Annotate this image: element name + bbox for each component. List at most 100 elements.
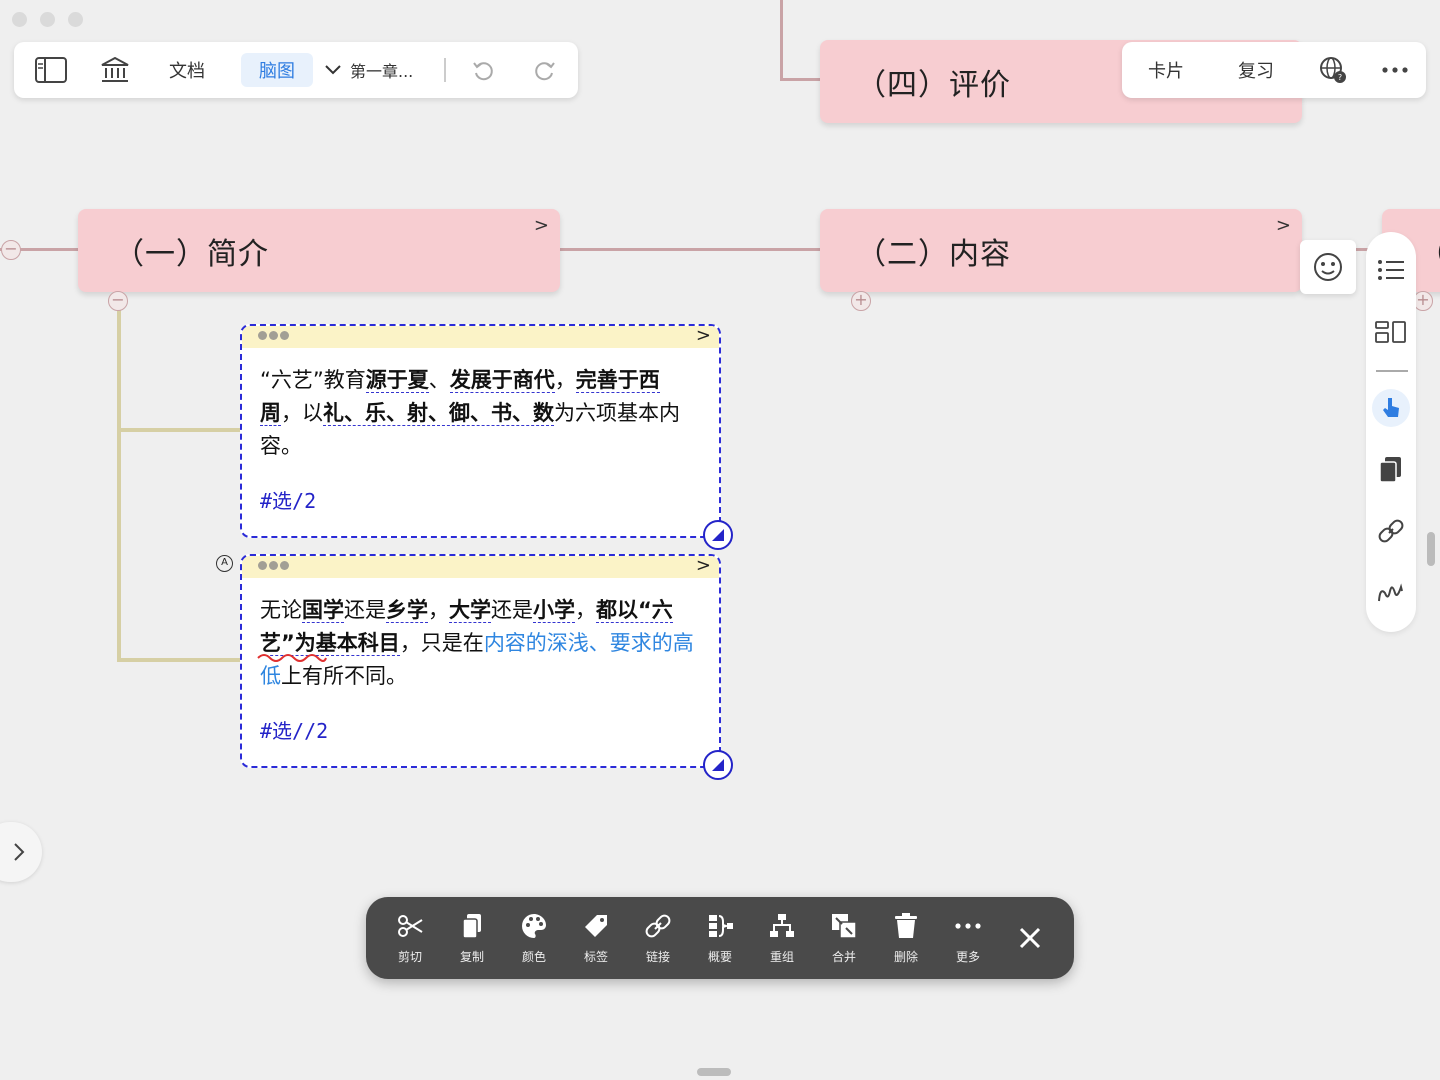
review-button[interactable]: 复习 [1226,54,1286,86]
close-button[interactable] [1000,897,1060,979]
text-segment: ， [428,598,449,622]
card-tag[interactable]: #选//2 [242,715,719,744]
action-label: 合并 [831,949,856,964]
cut-button[interactable]: 剪切 [380,897,440,979]
topic-label: （四）评价 [856,67,1011,103]
card-header[interactable]: > [242,555,719,578]
trash-icon [895,912,917,938]
card-view-button[interactable]: 卡片 [1136,54,1196,86]
branch-line [117,658,241,662]
web-search-icon[interactable]: ? [1318,55,1348,85]
topic-intro[interactable]: （一）简介 > [78,209,560,292]
color-button[interactable]: 颜色 [504,897,564,979]
action-label: 剪切 [397,949,422,964]
more-dots-icon [955,922,981,929]
undo-icon[interactable] [468,55,498,85]
delete-button[interactable]: 删除 [876,897,936,979]
chapter-label: 第一章... [350,62,414,81]
summary-button[interactable]: 概要 [690,897,750,979]
close-icon [1019,927,1041,949]
home-indicator [697,1068,731,1076]
action-label: 删除 [893,949,918,964]
topic-label: （三 [1418,229,1440,273]
scribble-icon[interactable] [1372,574,1410,612]
tag-icon [585,914,607,937]
summary-icon [709,914,733,937]
more-icon[interactable] [1376,55,1414,85]
card-chevron-icon[interactable]: > [696,325,711,346]
link-icon[interactable] [1372,512,1410,550]
window-close-dot[interactable] [12,12,27,27]
note-card[interactable]: > “六艺”教育源于夏、发展于商代，完善于西周，以礼、乐、射、御、书、数为六项基… [240,324,733,550]
card-header[interactable]: > [242,325,719,348]
expand-toggle-icon[interactable]: + [1413,291,1433,311]
connector-line [780,0,783,80]
resize-handle-icon[interactable] [703,520,733,550]
resize-handle-icon[interactable] [703,750,733,780]
toolbar-divider [444,58,446,82]
action-label: 颜色 [521,949,546,964]
action-label: 重组 [769,949,794,964]
library-icon[interactable] [100,55,130,85]
list-icon[interactable] [1372,251,1410,289]
card-text[interactable]: “六艺”教育源于夏、发展于商代，完善于西周，以礼、乐、射、御、书、数为六项基本内… [242,348,719,463]
drag-handle-icon[interactable] [258,561,289,570]
window-minimize-dot[interactable] [40,12,55,27]
highlight-segment: 大学 [449,598,491,623]
collapse-toggle-icon[interactable]: − [1,240,21,260]
more-button[interactable]: 更多 [938,897,998,979]
topic-label: （二）内容 [856,236,1011,272]
expand-chevron-icon[interactable]: > [1276,215,1292,236]
svg-text:?: ? [1338,73,1342,82]
merge-icon [832,913,857,939]
copy-button[interactable]: 复制 [442,897,502,979]
mindmap-tab[interactable]: 脑图 [241,53,313,87]
scissors-icon [398,914,423,937]
side-tool-panel [1366,232,1416,632]
link-button[interactable]: 链接 [628,897,688,979]
highlight-segment: 国学 [302,598,344,623]
palette-icon [522,913,546,938]
drag-handle-icon[interactable] [258,331,289,340]
text-segment: 上有所不同。 [281,664,407,688]
text-segment: 无论 [260,598,302,622]
node-action-bar: 剪切 复制 颜色 标签 链接 概要 重组 合并 删除 更多 [366,897,1074,979]
highlight-segment: 礼、乐、射、御、书、数 [323,401,554,426]
emoji-button[interactable] [1300,240,1356,294]
regroup-button[interactable]: 重组 [752,897,812,979]
doc-tab[interactable]: 文档 [156,54,218,86]
topic-content[interactable]: （二）内容 > [820,209,1302,292]
tag-button[interactable]: 标签 [566,897,626,979]
highlight-segment: 源于夏 [365,368,429,393]
chapter-dropdown[interactable]: 第一章... [324,54,424,86]
merge-button[interactable]: 合并 [814,897,874,979]
card-tag[interactable]: #选/2 [242,485,719,514]
collapse-toggle-icon[interactable]: − [108,291,128,311]
pointer-icon[interactable] [1372,389,1410,427]
branch-line [117,428,241,432]
main-toolbar: 文档 脑图 第一章... [14,42,578,98]
marker-a-icon[interactable]: A [216,555,233,572]
sidebar-toggle-icon[interactable] [34,55,68,85]
action-label: 链接 [645,949,670,964]
branch-line [117,300,121,662]
text-segment: ，以 [281,401,323,425]
expand-toggle-icon[interactable]: + [851,291,871,311]
card-text[interactable]: 无论国学还是乡学，大学还是小学，都以“六艺”为基本科目，只是在内容的深浅、要求的… [242,578,719,693]
chain-icon [645,914,671,937]
expand-chevron-icon[interactable]: > [534,215,550,236]
action-label: 复制 [459,949,484,964]
vertical-scrollbar[interactable] [1427,532,1435,566]
emoji-icon [1314,253,1342,281]
highlight-segment: 小学 [533,598,575,623]
pages-icon[interactable] [1372,451,1410,489]
card-chevron-icon[interactable]: > [696,555,711,576]
left-panel-toggle[interactable] [0,822,42,882]
copy-icon [462,913,481,939]
text-segment: ，只是在 [399,631,484,655]
layout-icon[interactable] [1372,313,1410,351]
redo-icon[interactable] [530,55,560,85]
highlight-segment: 发展于商代 [449,368,555,393]
text-segment: “六艺”教育 [260,368,366,392]
window-zoom-dot[interactable] [68,12,83,27]
